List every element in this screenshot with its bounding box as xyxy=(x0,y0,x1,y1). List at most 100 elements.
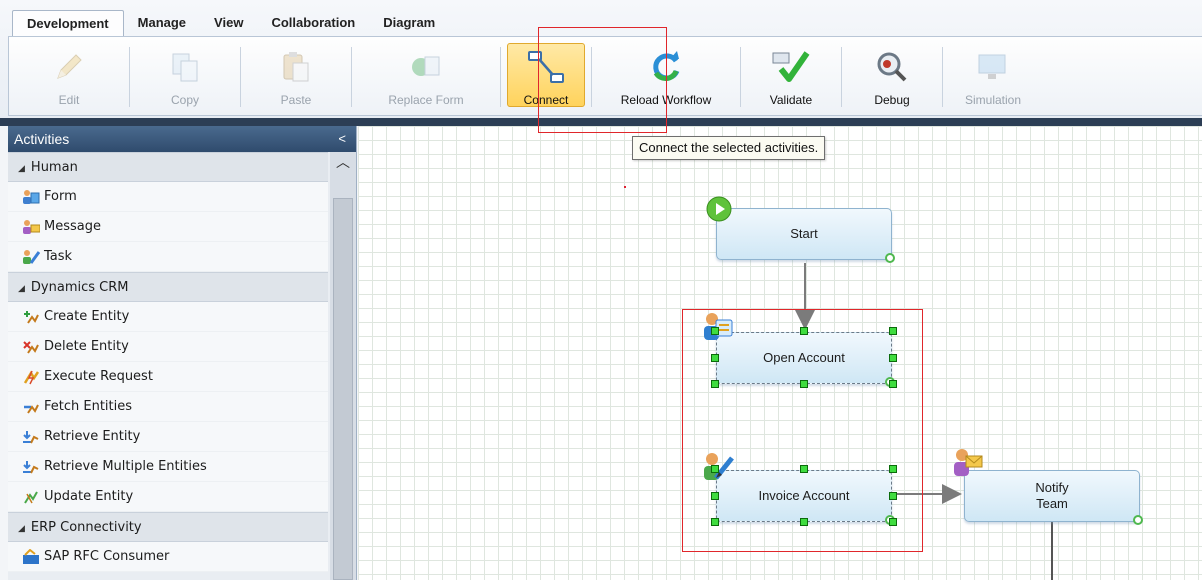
activity-retrieve-multiple-entities[interactable]: Retrieve Multiple Entities xyxy=(8,452,328,482)
expanded-triangle-icon: ◢ xyxy=(18,524,25,534)
activity-message[interactable]: Message xyxy=(8,212,328,242)
selection-handle[interactable] xyxy=(711,354,719,362)
activities-scrollbar[interactable]: ︿ xyxy=(330,152,356,580)
activity-sap-rfc-consumer[interactable]: SAP RFC Consumer xyxy=(8,542,328,572)
activity-delete-entity[interactable]: Delete Entity xyxy=(8,332,328,362)
ribbon-toolbar: Edit Copy Paste Replace Form Connect Rel… xyxy=(8,36,1202,116)
retrieve-multiple-icon xyxy=(22,459,42,475)
start-output-port[interactable] xyxy=(885,253,895,263)
retrieve-entity-icon xyxy=(22,429,42,445)
start-node[interactable]: Start xyxy=(716,208,895,263)
activity-label: Create Entity xyxy=(44,308,130,324)
copy-icon xyxy=(165,47,205,87)
selection-handle[interactable] xyxy=(711,492,719,500)
validate-check-icon xyxy=(771,47,811,87)
tab-development[interactable]: Development xyxy=(12,10,124,36)
activity-label: Task xyxy=(44,248,73,264)
open-account-label: Open Account xyxy=(763,350,845,365)
activities-list: ◢ Human Form Message Task ◢ Dynamics CRM C… xyxy=(8,152,328,572)
activity-label: Fetch Entities xyxy=(44,398,133,414)
message-activity-icon xyxy=(952,448,986,483)
tab-view[interactable]: View xyxy=(200,10,257,36)
reload-workflow-button[interactable]: Reload Workflow xyxy=(592,37,740,115)
group-dynamics-crm[interactable]: ◢ Dynamics CRM xyxy=(8,272,328,302)
workflow-canvas[interactable]: Start Open Account Invoice Account Notif… xyxy=(358,126,1202,580)
selection-handle[interactable] xyxy=(711,380,719,388)
selection-handle[interactable] xyxy=(889,465,897,473)
debug-magnifier-icon xyxy=(872,47,912,87)
activity-label: Update Entity xyxy=(44,488,134,504)
fetch-entities-icon xyxy=(22,399,42,415)
replace-form-icon xyxy=(406,47,446,87)
activity-label: SAP RFC Consumer xyxy=(44,548,170,564)
expanded-triangle-icon: ◢ xyxy=(18,284,25,294)
notify-team-label: Notify Team xyxy=(1035,480,1068,512)
selection-handle[interactable] xyxy=(889,354,897,362)
selection-handle[interactable] xyxy=(889,327,897,335)
start-node-label: Start xyxy=(790,226,818,241)
activity-form[interactable]: Form xyxy=(8,182,328,212)
validate-button[interactable]: Validate xyxy=(741,37,841,115)
start-play-icon xyxy=(706,196,732,225)
selection-handle[interactable] xyxy=(800,380,808,388)
update-entity-icon xyxy=(22,489,42,505)
activity-create-entity[interactable]: Create Entity xyxy=(8,302,328,332)
selection-handle[interactable] xyxy=(711,518,719,526)
activity-fetch-entities[interactable]: Fetch Entities xyxy=(8,392,328,422)
activity-update-entity[interactable]: Update Entity xyxy=(8,482,328,512)
activity-label: Form xyxy=(44,188,77,204)
activity-label: Retrieve Multiple Entities xyxy=(44,458,207,474)
activity-label: Retrieve Entity xyxy=(44,428,141,444)
group-label: Dynamics CRM xyxy=(30,280,129,295)
connect-button[interactable]: Connect xyxy=(501,37,591,115)
tab-manage[interactable]: Manage xyxy=(124,10,200,36)
reload-workflow-label: Reload Workflow xyxy=(620,93,712,107)
notify-team-line2: Team xyxy=(1036,496,1068,511)
scroll-up-icon[interactable]: ︿ xyxy=(330,152,356,174)
selection-handle[interactable] xyxy=(800,518,808,526)
selection-handle[interactable] xyxy=(889,492,897,500)
activity-retrieve-entity[interactable]: Retrieve Entity xyxy=(8,422,328,452)
activity-task[interactable]: Task xyxy=(8,242,328,272)
paste-button[interactable]: Paste xyxy=(241,37,351,115)
edit-button[interactable]: Edit xyxy=(9,37,129,115)
pencil-icon xyxy=(49,47,89,87)
activities-panel: Activities < ◢ Human Form Message Task ◢ D… xyxy=(8,126,357,580)
canvas-dot xyxy=(624,186,626,188)
open-account-node[interactable]: Open Account xyxy=(716,332,895,387)
selection-handle[interactable] xyxy=(711,327,719,335)
notify-team-node[interactable]: Notify Team xyxy=(964,470,1143,525)
selection-handle[interactable] xyxy=(889,380,897,388)
scrollbar-thumb[interactable] xyxy=(333,198,353,580)
selection-handle[interactable] xyxy=(889,518,897,526)
activities-title: Activities xyxy=(14,131,70,147)
notify-team-output-port[interactable] xyxy=(1133,515,1143,525)
task-activity-icon xyxy=(702,452,736,487)
activity-execute-request[interactable]: Execute Request xyxy=(8,362,328,392)
simulation-label: Simulation xyxy=(964,93,1022,107)
form-activity-icon xyxy=(702,312,736,347)
debug-button[interactable]: Debug xyxy=(842,37,942,115)
notify-team-line1: Notify xyxy=(1035,480,1069,495)
selection-handle[interactable] xyxy=(800,327,808,335)
group-human[interactable]: ◢ Human xyxy=(8,152,328,182)
tab-collaboration[interactable]: Collaboration xyxy=(257,10,369,36)
copy-button[interactable]: Copy xyxy=(130,37,240,115)
replace-form-button[interactable]: Replace Form xyxy=(352,37,500,115)
tab-diagram[interactable]: Diagram xyxy=(369,10,449,36)
selection-handle[interactable] xyxy=(711,465,719,473)
invoice-account-label: Invoice Account xyxy=(758,488,850,503)
ribbon-tabs: Development Manage View Collaboration Di… xyxy=(12,10,449,36)
copy-label: Copy xyxy=(170,93,199,107)
selection-handle[interactable] xyxy=(800,465,808,473)
activity-label: Message xyxy=(44,218,101,234)
message-icon xyxy=(22,219,42,235)
simulation-button[interactable]: Simulation xyxy=(943,37,1043,115)
ribbon: Development Manage View Collaboration Di… xyxy=(0,0,1202,120)
invoice-account-node[interactable]: Invoice Account xyxy=(716,470,895,525)
group-erp-connectivity[interactable]: ◢ ERP Connectivity xyxy=(8,512,328,542)
connect-tooltip: Connect the selected activities. xyxy=(632,136,826,160)
task-icon xyxy=(22,249,42,265)
paste-icon xyxy=(276,47,316,87)
collapse-panel-icon[interactable]: < xyxy=(338,126,346,152)
